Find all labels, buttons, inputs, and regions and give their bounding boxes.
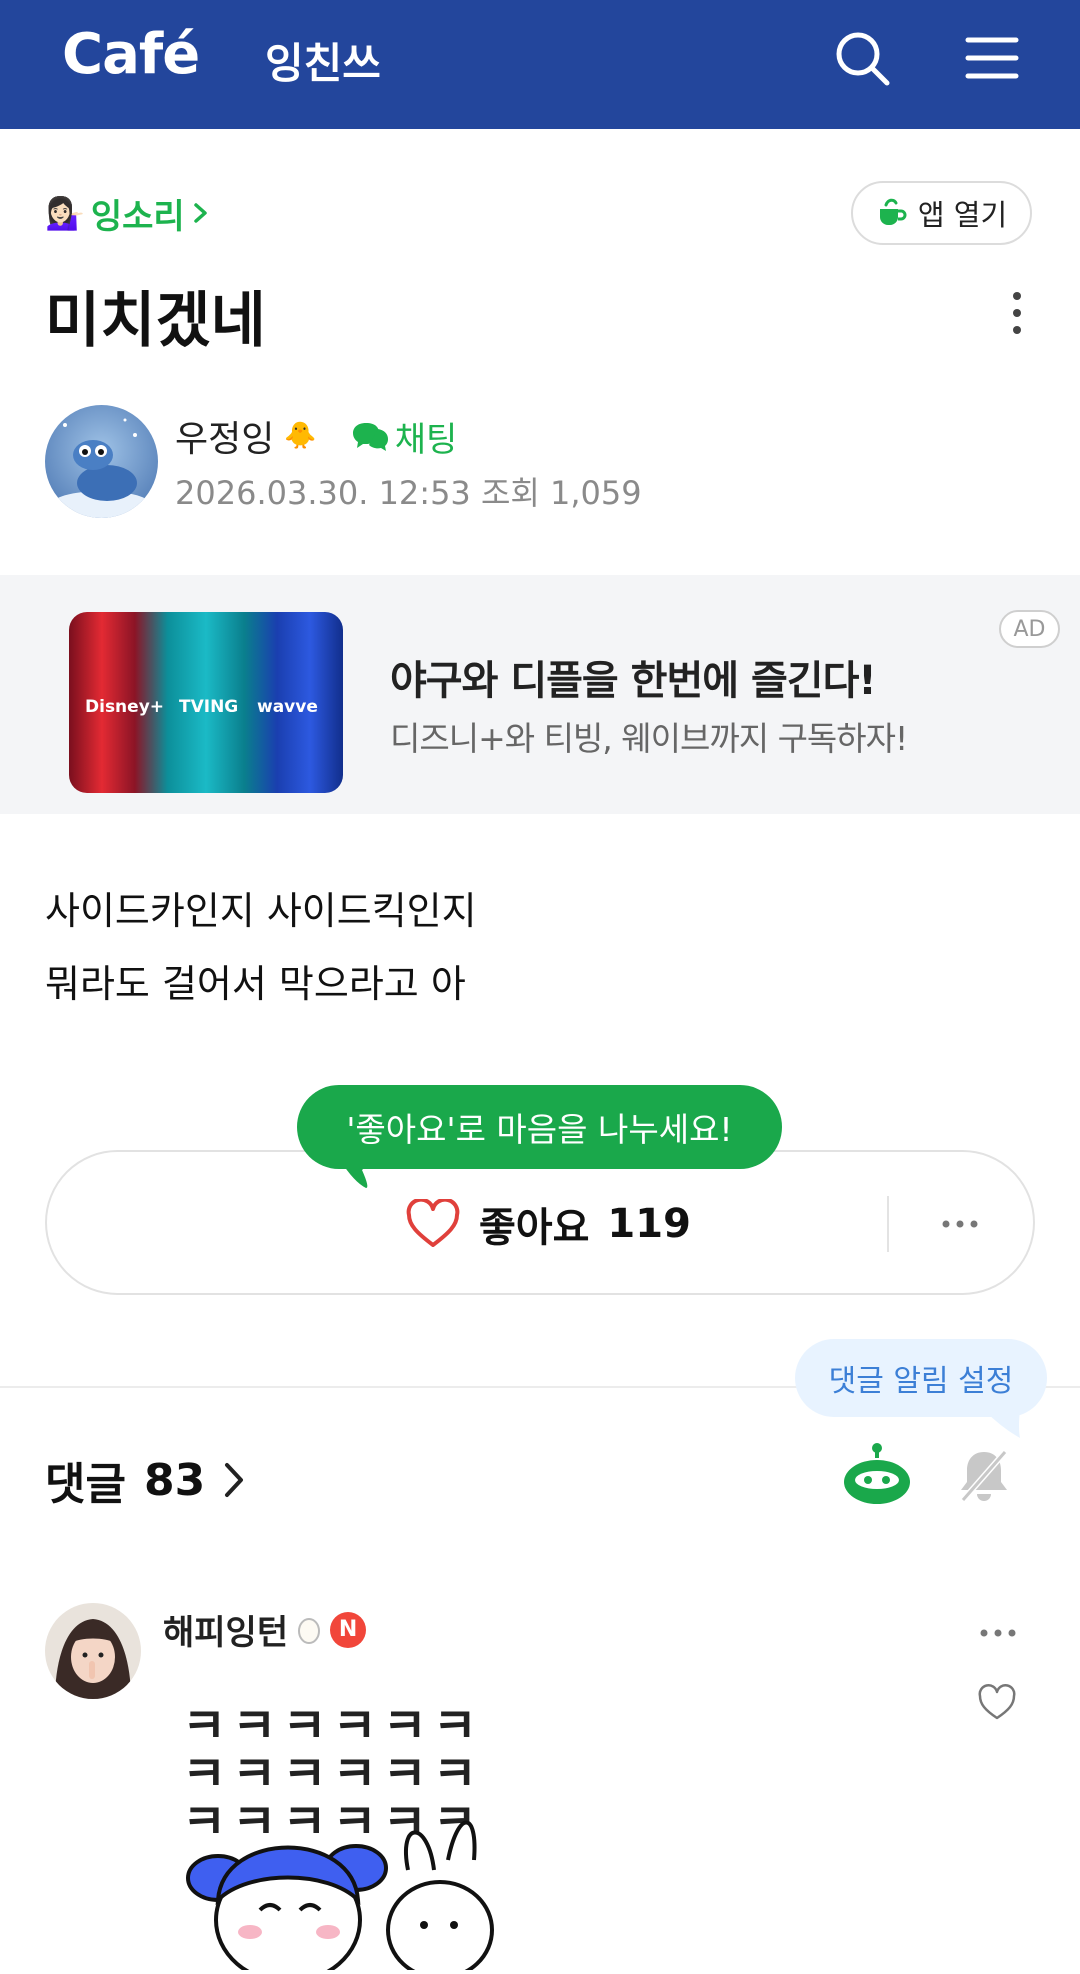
ad-brand-tving: TVING xyxy=(179,697,238,717)
open-app-button[interactable]: 앱 열기 xyxy=(851,181,1032,245)
more-options-icon[interactable] xyxy=(1002,288,1032,338)
post-title: 미치겠네 xyxy=(45,286,266,356)
sticker-text: ㅋㅋㅋㅋㅋㅋ xyxy=(182,1794,483,1850)
tooltip-tail xyxy=(340,1160,380,1190)
comments-header[interactable]: 댓글 83 xyxy=(45,1448,245,1512)
post-datetime: 2026.03.30. 12:53 xyxy=(175,474,471,512)
ad-subline[interactable]: 디즈니+와 티빙, 웨이브까지 구독하자! xyxy=(390,712,908,760)
comment-like-icon[interactable] xyxy=(977,1684,1017,1722)
commenter-row: 해피잉턴 N xyxy=(163,1605,367,1654)
cafe-name[interactable]: 잉친쓰 xyxy=(265,30,381,91)
ad-brand-wavve: wavve xyxy=(257,697,318,717)
open-app-label: 앱 열기 xyxy=(917,198,1008,232)
chat-button[interactable]: 채팅 xyxy=(351,412,458,461)
like-button[interactable]: 좋아요 119 xyxy=(405,1195,691,1253)
chevron-right-icon xyxy=(193,203,207,223)
chat-label: 채팅 xyxy=(394,419,458,460)
robot-icon[interactable] xyxy=(841,1442,913,1508)
egg-level-icon xyxy=(298,1617,321,1644)
commenter-avatar[interactable] xyxy=(45,1603,141,1699)
post-body-line: 뭐라도 걸어서 막으라고 아 xyxy=(45,962,466,1006)
like-label: 좋아요 xyxy=(479,1205,590,1251)
post-body-line: 사이드카인지 사이드킥인지 xyxy=(45,889,477,933)
chevron-right-icon xyxy=(225,1463,244,1497)
menu-icon[interactable] xyxy=(962,28,1022,88)
commenter-name[interactable]: 해피잉턴 xyxy=(163,1605,288,1654)
ad-image[interactable]: Disney+ TVING wavve xyxy=(69,612,343,793)
board-emoji: 💁🏻‍♀️ xyxy=(45,194,85,232)
views-count: 1,059 xyxy=(550,474,642,512)
board-link[interactable]: 💁🏻‍♀️ 잉소리 xyxy=(45,190,211,237)
divider xyxy=(887,1196,889,1252)
tooltip-tail xyxy=(980,1410,1020,1440)
comment-sticker: ㅋㅋㅋㅋㅋㅋ ㅋㅋㅋㅋㅋㅋ ㅋㅋㅋㅋㅋㅋ xyxy=(178,1698,538,1974)
ad-brand-disney: Disney+ xyxy=(85,697,164,717)
author-avatar[interactable] xyxy=(45,405,158,518)
author-name[interactable]: 우정잉 xyxy=(175,410,274,462)
comment-alarm-tooltip[interactable]: 댓글 알림 설정 xyxy=(795,1339,1047,1417)
ad-headline[interactable]: 야구와 디플을 한번에 즐긴다! xyxy=(390,648,877,706)
search-icon[interactable] xyxy=(832,28,892,88)
bell-off-icon[interactable] xyxy=(955,1446,1013,1506)
heart-icon xyxy=(406,1199,460,1247)
comments-count: 83 xyxy=(143,1454,206,1506)
comment-more-icon[interactable] xyxy=(978,1625,1018,1639)
new-badge: N xyxy=(330,1611,367,1648)
cup-icon xyxy=(879,198,907,225)
share-more-icon[interactable] xyxy=(940,1216,980,1232)
member-level-icon: 🐥 xyxy=(284,421,317,451)
post-meta: 2026.03.30. 12:53 조회 1,059 xyxy=(175,468,642,514)
ad-badge[interactable]: AD xyxy=(999,610,1060,648)
like-tooltip: '좋아요'로 마음을 나누세요! xyxy=(297,1085,782,1169)
chat-bubble-icon xyxy=(352,423,388,451)
board-name: 잉소리 xyxy=(90,196,185,237)
comments-label: 댓글 xyxy=(45,1459,126,1510)
like-count: 119 xyxy=(607,1201,691,1247)
author-row: 우정잉 🐥 채팅 xyxy=(175,410,457,462)
views-label: 조회 xyxy=(480,474,540,512)
cafe-logo[interactable]: Café xyxy=(62,22,200,87)
